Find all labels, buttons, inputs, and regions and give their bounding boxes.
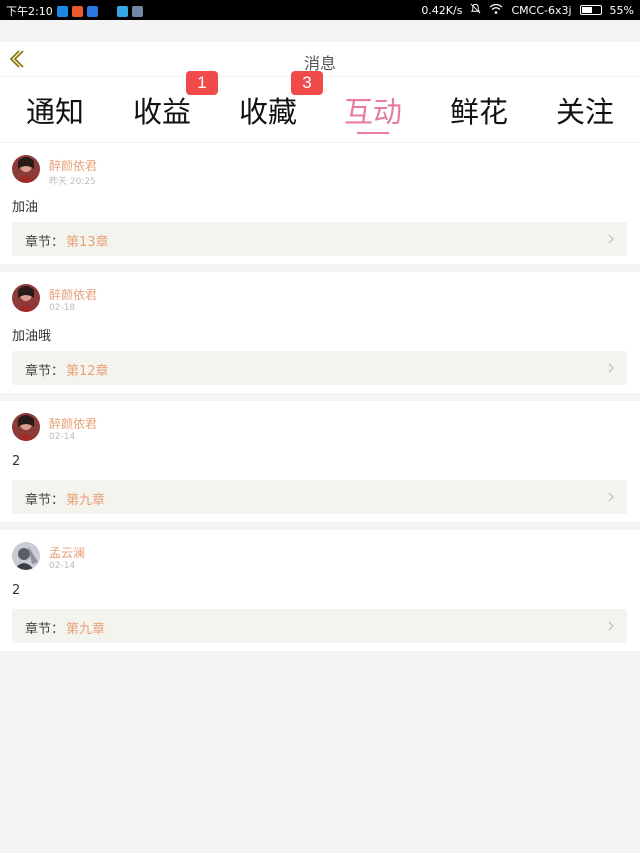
status-right: 0.42K/s CMCC-6x3j 55% <box>421 3 634 17</box>
chapter-name: 第12章 <box>66 364 109 379</box>
chapter-link[interactable]: 章节： 第12章 <box>12 351 627 385</box>
tab-flowers[interactable]: 鲜花 <box>439 89 519 129</box>
tab-bar: 通知 收益 1 收藏 3 互动 鲜花 关注 <box>0 71 640 142</box>
chapter-name: 第13章 <box>66 235 109 250</box>
message-time: 昨天 20:25 <box>49 177 96 187</box>
avatar[interactable] <box>12 542 40 570</box>
message-time: 02-18 <box>49 303 76 313</box>
app-notification-icon <box>86 5 98 17</box>
status-time: 下午2:10 <box>6 5 53 18</box>
message-card: 醉颜依君 02-18 加油哦 章节： 第12章 <box>0 272 640 393</box>
message-content: 加油哦 <box>12 329 52 344</box>
username[interactable]: 醉颜依君 <box>49 157 97 174</box>
chevron-right-icon <box>608 234 614 244</box>
message-card: 醉颜依君 02-14 2 章节： 第九章 <box>0 401 640 522</box>
chapter-link[interactable]: 章节： 第13章 <box>12 222 627 256</box>
chevron-right-icon <box>608 621 614 631</box>
tab-favorites[interactable]: 收藏 <box>228 89 308 129</box>
battery-icon <box>579 5 602 15</box>
network-speed: 0.42K/s <box>421 3 463 17</box>
chapter-link[interactable]: 章节： 第九章 <box>12 480 627 514</box>
app-notification-icon <box>71 5 83 17</box>
message-time: 02-14 <box>49 561 76 571</box>
status-bar: 下午2:10 0.42K/s CMCC-6x3j 55% <box>0 0 640 20</box>
chevron-right-icon <box>608 492 614 502</box>
message-content: 2 <box>12 454 21 469</box>
avatar[interactable] <box>12 413 40 441</box>
mute-bell-icon <box>470 3 481 17</box>
chapter-label: 章节： <box>25 364 65 379</box>
tab-interactions[interactable]: 互动 <box>333 89 413 129</box>
message-content: 加油 <box>12 200 39 215</box>
chapter-link[interactable]: 章节： 第九章 <box>12 609 627 643</box>
message-card: 孟云澜 02-14 2 章节： 第九章 <box>0 530 640 651</box>
app-notification-icon <box>131 5 143 17</box>
carrier-name: CMCC-6x3j <box>511 3 572 17</box>
message-card: 醉颜依君 昨天 20:25 加油 章节： 第13章 <box>0 143 640 264</box>
username[interactable]: 醉颜依君 <box>49 415 97 432</box>
username[interactable]: 醉颜依君 <box>49 286 97 303</box>
earnings-badge: 1 <box>186 71 218 95</box>
chapter-name: 第九章 <box>66 493 106 508</box>
app-notification-icon <box>56 5 68 17</box>
chevron-right-icon <box>608 363 614 373</box>
chapter-label: 章节： <box>25 622 65 637</box>
username[interactable]: 孟云澜 <box>49 544 85 561</box>
avatar[interactable] <box>12 284 40 312</box>
tab-notifications[interactable]: 通知 <box>15 89 95 129</box>
battery-percent: 55% <box>609 3 634 17</box>
wifi-icon <box>489 3 503 17</box>
tab-earnings[interactable]: 收益 <box>122 89 202 129</box>
chapter-name: 第九章 <box>66 622 106 637</box>
chapter-label: 章节： <box>25 493 65 508</box>
status-left: 下午2:10 <box>6 3 143 19</box>
avatar[interactable] <box>12 155 40 183</box>
chapter-label: 章节： <box>25 235 65 250</box>
app-notification-icon <box>116 5 128 17</box>
message-time: 02-14 <box>49 432 76 442</box>
tiktok-icon <box>101 5 113 17</box>
message-content: 2 <box>12 583 21 598</box>
active-tab-indicator <box>357 132 389 134</box>
favorites-badge: 3 <box>291 71 323 95</box>
tab-following[interactable]: 关注 <box>545 89 625 129</box>
